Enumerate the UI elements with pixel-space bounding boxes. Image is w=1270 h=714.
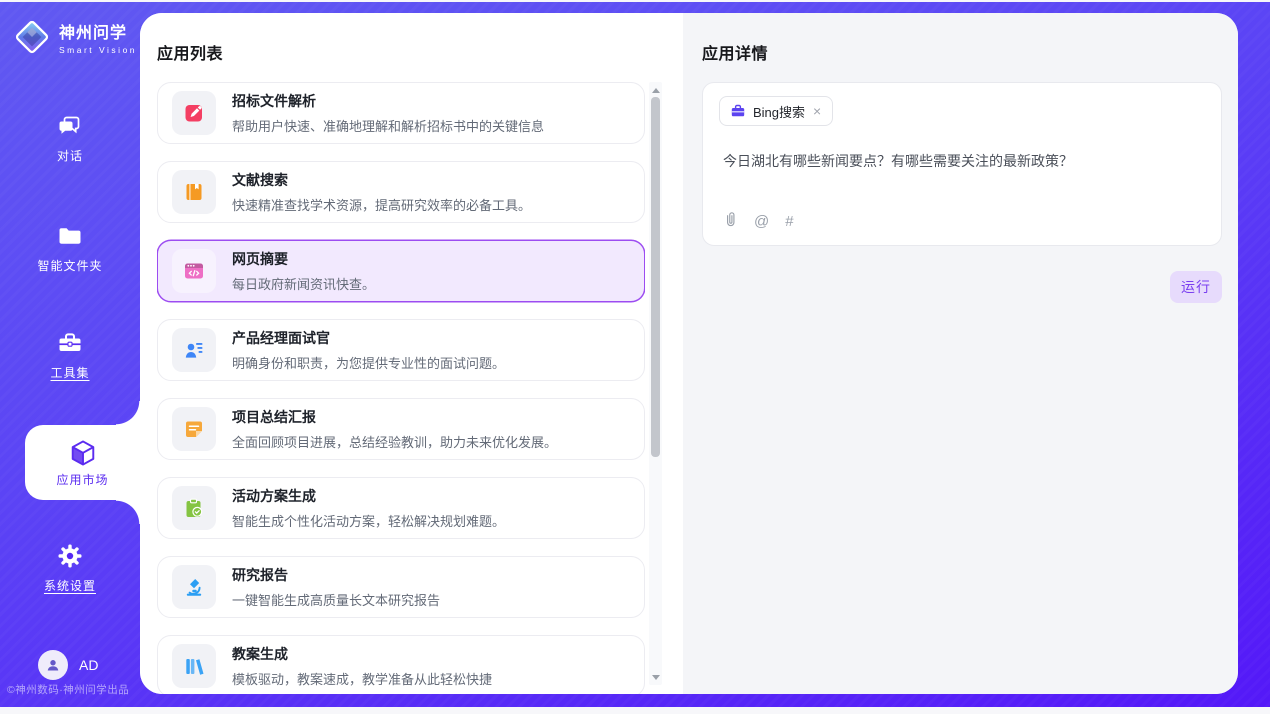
chat-icon [0,112,140,140]
paperclip-icon[interactable] [723,211,738,232]
briefcase-icon [730,103,746,119]
clipboard-icon [172,486,216,530]
at-icon[interactable]: @ [754,213,769,230]
app-card[interactable]: 招标文件解析 帮助用户快速、准确地理解和解析招标书中的关键信息 [157,82,645,144]
sidebar: 神州问学 Smart Vision 对话 智能文件夹 [0,2,140,707]
app-title: 网页摘要 [232,249,375,269]
scrollbar[interactable] [649,82,662,685]
query-input[interactable]: 今日湖北有哪些新闻要点？有哪些需要关注的最新政策？ [723,151,1201,171]
sidebar-item-app-market[interactable]: 应用市场 [25,425,140,500]
brand-logo: 神州问学 Smart Vision [13,18,137,56]
main-container: 应用列表 招标文件解析 帮助用户快速、准确地理解和解析招标书中的关键信息 文献搜… [140,13,1238,694]
book-icon [172,170,216,214]
tool-chip-label: Bing搜索 [753,102,805,121]
user-account[interactable]: AD [38,650,98,680]
app-title: 招标文件解析 [232,91,544,111]
app-title: 产品经理面试官 [232,328,505,348]
diamond-logo-icon [13,18,51,56]
close-icon[interactable]: × [812,104,822,118]
research-icon [172,565,216,609]
run-button[interactable]: 运行 [1170,271,1222,303]
triangle-down-icon [652,675,660,680]
note-icon [172,407,216,451]
sidebar-footer: ©神州数码·神州问学出品 [7,682,140,697]
folder-icon [0,222,140,250]
app-card[interactable]: 文献搜索 快速精准查找学术资源，提高研究效率的必备工具。 [157,161,645,223]
person-icon [44,656,62,674]
triangle-up-icon [652,88,660,93]
app-list-title: 应用列表 [157,40,223,64]
notch-corner-top [116,401,140,425]
app-card[interactable]: 研究报告 一键智能生成高质量长文本研究报告 [157,556,645,618]
app-desc: 全面回顾项目进展，总结经验教训，助力未来优化发展。 [232,432,557,451]
app-list: 招标文件解析 帮助用户快速、准确地理解和解析招标书中的关键信息 文献搜索 快速精… [157,82,645,694]
app-desc: 一键智能生成高质量长文本研究报告 [232,590,440,609]
app-card[interactable]: 产品经理面试官 明确身份和职责，为您提供专业性的面试问题。 [157,319,645,381]
sidebar-item-label: 应用市场 [56,471,108,488]
app-card[interactable]: 项目总结汇报 全面回顾项目进展，总结经验教训，助力未来优化发展。 [157,398,645,460]
app-card[interactable]: 活动方案生成 智能生成个性化活动方案，轻松解决规划难题。 [157,477,645,539]
app-card[interactable]: 网页摘要 每日政府新闻资讯快查。 [157,240,645,302]
sidebar-item-label: 系统设置 [44,577,96,594]
app-title: 文献搜索 [232,170,531,190]
sidebar-item-label: 工具集 [50,364,89,381]
app-desc: 明确身份和职责，为您提供专业性的面试问题。 [232,353,505,372]
cube-icon [68,438,98,466]
attachment-toolbar: @ # [723,211,794,232]
app-card[interactable]: 教案生成 模板驱动，教案速成，教学准备从此轻松快捷 [157,635,645,694]
edit-icon [172,91,216,135]
browser-icon [172,249,216,293]
tool-chip-bing-search[interactable]: Bing搜索 × [719,96,833,126]
scroll-down-button[interactable] [649,670,662,684]
notch-corner-bottom [116,500,140,524]
sidebar-item-chat[interactable]: 对话 [0,112,140,165]
prompt-card[interactable]: Bing搜索 × 今日湖北有哪些新闻要点？有哪些需要关注的最新政策？ @ # [702,82,1222,246]
scroll-thumb[interactable] [651,97,660,457]
app-detail-title: 应用详情 [702,40,768,64]
app-title: 教案生成 [232,644,492,664]
app-title: 活动方案生成 [232,486,505,506]
sidebar-item-label: 智能文件夹 [37,257,102,274]
app-desc: 快速精准查找学术资源，提高研究效率的必备工具。 [232,195,531,214]
interview-icon [172,328,216,372]
sidebar-item-toolset[interactable]: 工具集 [0,329,140,382]
app-desc: 智能生成个性化活动方案，轻松解决规划难题。 [232,511,505,530]
toolbox-icon [0,329,140,357]
app-desc: 帮助用户快速、准确地理解和解析招标书中的关键信息 [232,116,544,135]
sidebar-item-smart-folders[interactable]: 智能文件夹 [0,222,140,275]
brand-name: 神州问学 [59,19,137,43]
app-detail-panel: 应用详情 Bing搜索 × 今日湖北有哪些新闻要点？有哪些需要关注的最新政策？ [683,13,1238,694]
user-initials: AD [79,657,98,673]
app-title: 项目总结汇报 [232,407,557,427]
books-icon [172,644,216,688]
app-list-panel: 应用列表 招标文件解析 帮助用户快速、准确地理解和解析招标书中的关键信息 文献搜… [140,13,683,694]
gear-icon [0,542,140,570]
app-desc: 模板驱动，教案速成，教学准备从此轻松快捷 [232,669,492,688]
sidebar-item-settings[interactable]: 系统设置 [0,542,140,595]
brand-tagline: Smart Vision [59,45,137,55]
app-desc: 每日政府新闻资讯快查。 [232,274,375,293]
sidebar-item-label: 对话 [57,147,83,164]
hash-icon[interactable]: # [785,213,793,230]
app-title: 研究报告 [232,565,440,585]
scroll-up-button[interactable] [649,83,662,97]
avatar [38,650,68,680]
